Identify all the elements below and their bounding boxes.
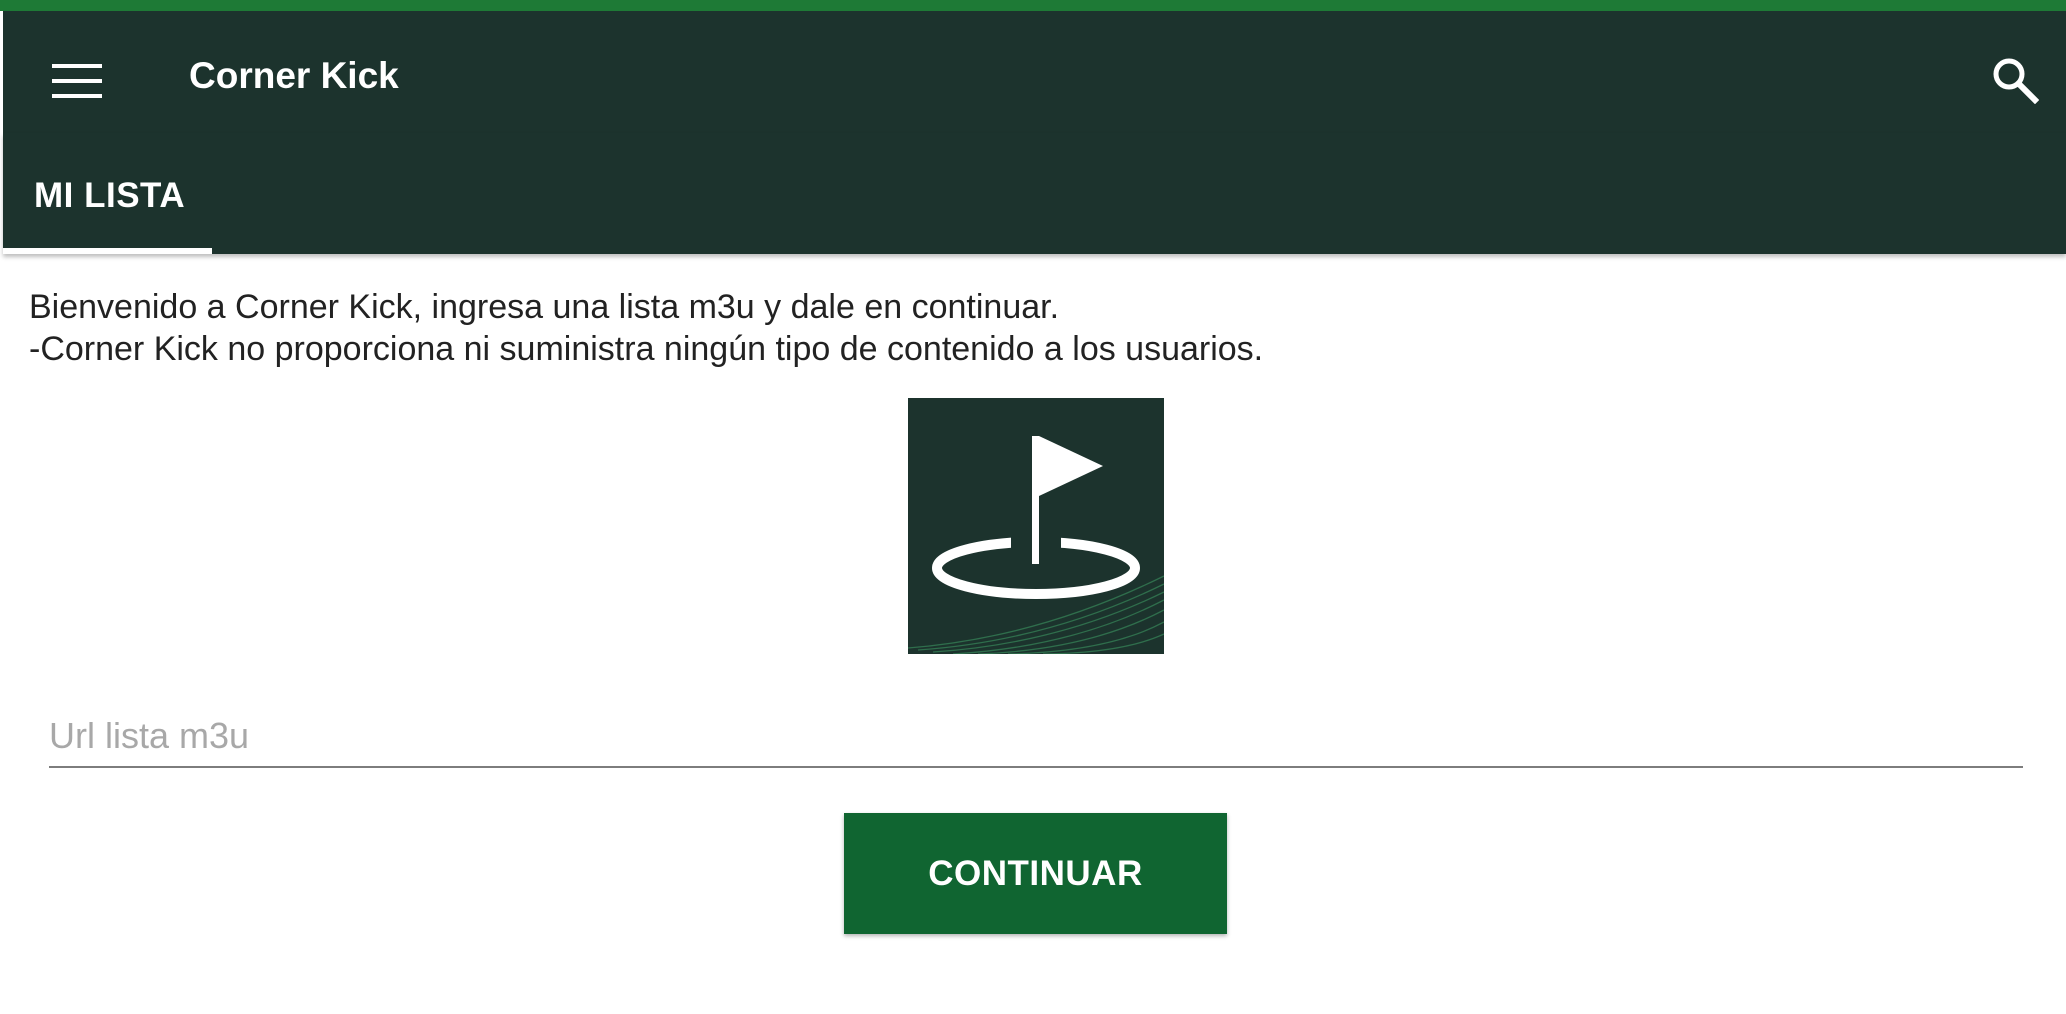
tab-selected-indicator <box>3 248 212 254</box>
welcome-line-1: Bienvenido a Corner Kick, ingresa una li… <box>29 288 1060 326</box>
app-toolbar: Corner Kick <box>3 11 2066 133</box>
hamburger-menu-icon <box>52 64 102 98</box>
continue-button[interactable]: CONTINUAR <box>844 813 1227 934</box>
main-content: Bienvenido a Corner Kick, ingresa una li… <box>3 254 2066 1014</box>
welcome-line-2: -Corner Kick no proporciona ni suministr… <box>29 330 1264 368</box>
tab-mi-lista[interactable]: MI LISTA <box>3 133 212 254</box>
search-button[interactable] <box>1980 45 2050 115</box>
tab-bar: MI LISTA <box>3 133 2066 254</box>
golf-flag-logo-icon <box>908 398 1164 654</box>
tab-label: MI LISTA <box>34 176 186 215</box>
search-icon <box>1993 58 2039 104</box>
url-list-input[interactable] <box>49 706 2023 768</box>
welcome-message: Bienvenido a Corner Kick, ingresa una li… <box>29 286 1263 370</box>
menu-button[interactable] <box>39 47 115 115</box>
app-screen: Corner Kick MI LISTA Bienvenido a Corner… <box>0 0 2066 1014</box>
app-title: Corner Kick <box>189 55 399 96</box>
status-strip <box>0 0 2066 11</box>
